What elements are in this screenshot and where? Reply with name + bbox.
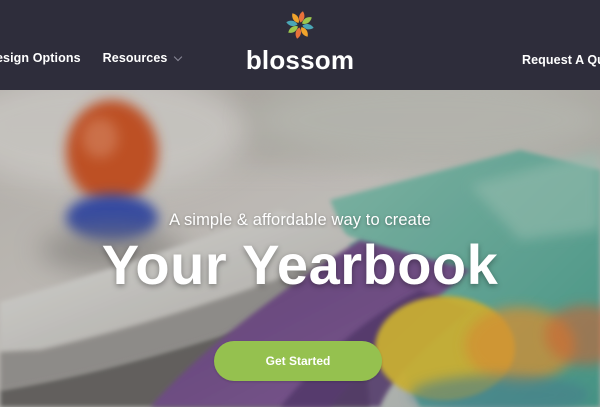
get-started-button[interactable]: Get Started (214, 341, 382, 381)
logo-wordmark: blossom (245, 45, 355, 75)
nav-link-request-quote[interactable]: Request A Quote (522, 53, 600, 67)
brand-logo[interactable]: blossom (240, 10, 360, 80)
nav-right-group: Request A Quote (522, 51, 600, 69)
top-navbar: esign Options Resources blossom Request … (0, 0, 600, 90)
hero-section: A simple & affordable way to create Your… (0, 90, 600, 407)
nav-link-resources[interactable]: Resources (103, 51, 168, 65)
blossom-flower-icon (286, 11, 314, 39)
nav-resources-dropdown[interactable]: Resources (103, 51, 183, 65)
chevron-down-icon[interactable] (174, 52, 183, 61)
hero-tagline: A simple & affordable way to create (169, 211, 431, 229)
hero-title: Your Yearbook (101, 233, 499, 296)
page: esign Options Resources blossom Request … (0, 0, 600, 407)
nav-link-design-options[interactable]: esign Options (0, 51, 81, 65)
nav-left-group: esign Options Resources (0, 51, 183, 65)
